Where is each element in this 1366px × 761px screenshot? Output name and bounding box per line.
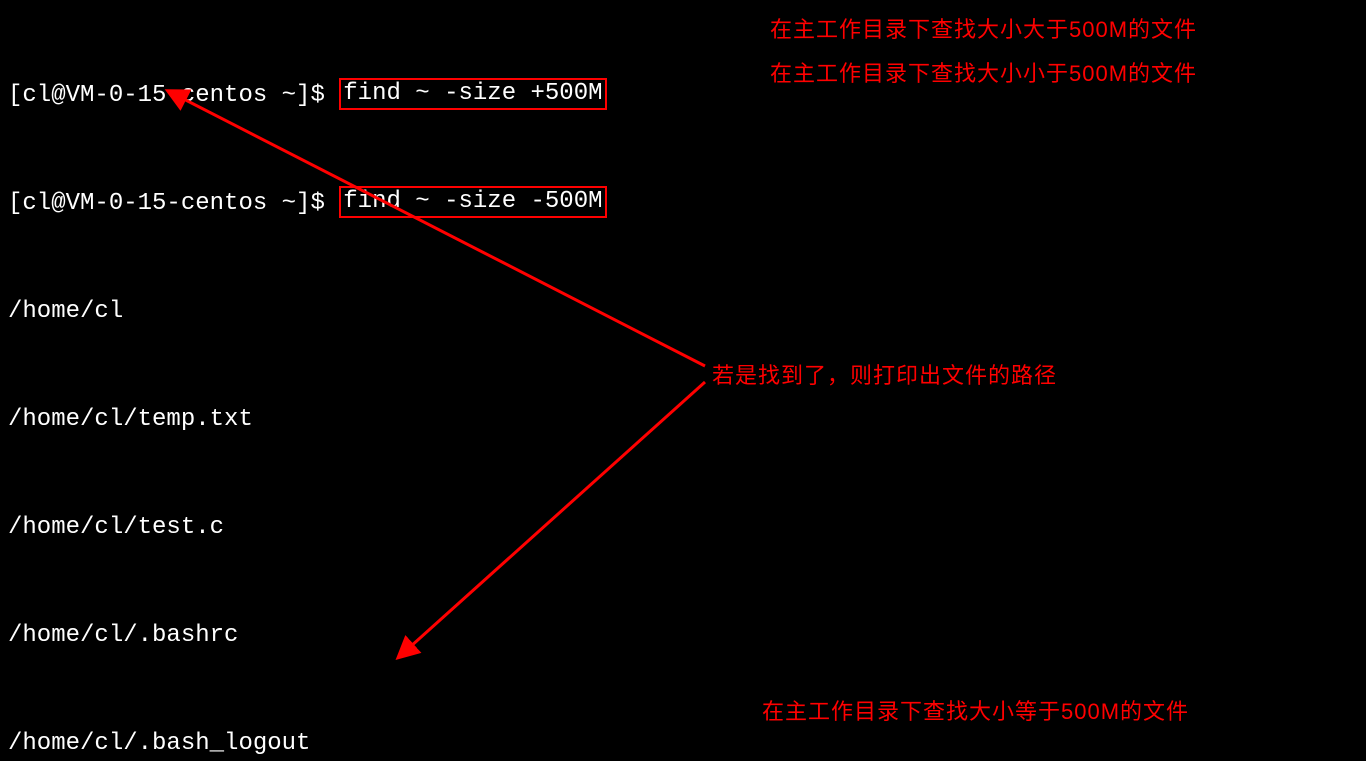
highlighted-command-1: find ~ -size +500M [339, 78, 606, 110]
output-line: /home/cl/.bashrc [8, 618, 1358, 654]
command-line-2: [cl@VM-0-15-centos ~]$ find ~ -size -500… [8, 186, 1358, 222]
output-line: /home/cl/temp.txt [8, 402, 1358, 438]
output-line: /home/cl [8, 294, 1358, 330]
output-line: /home/cl/test.c [8, 510, 1358, 546]
annotation-3: 若是找到了，则打印出文件的路径 [712, 358, 1057, 390]
highlighted-command-2: find ~ -size -500M [339, 186, 606, 218]
annotation-1: 在主工作目录下查找大小大于500M的文件 [770, 12, 1197, 44]
output-line: /home/cl/.bash_logout [8, 726, 1358, 761]
annotation-2: 在主工作目录下查找大小小于500M的文件 [770, 56, 1197, 88]
prompt: [cl@VM-0-15-centos ~]$ [8, 82, 339, 109]
terminal-output: [cl@VM-0-15-centos ~]$ find ~ -size +500… [0, 0, 1366, 761]
annotation-4: 在主工作目录下查找大小等于500M的文件 [762, 694, 1189, 726]
prompt: [cl@VM-0-15-centos ~]$ [8, 190, 339, 217]
